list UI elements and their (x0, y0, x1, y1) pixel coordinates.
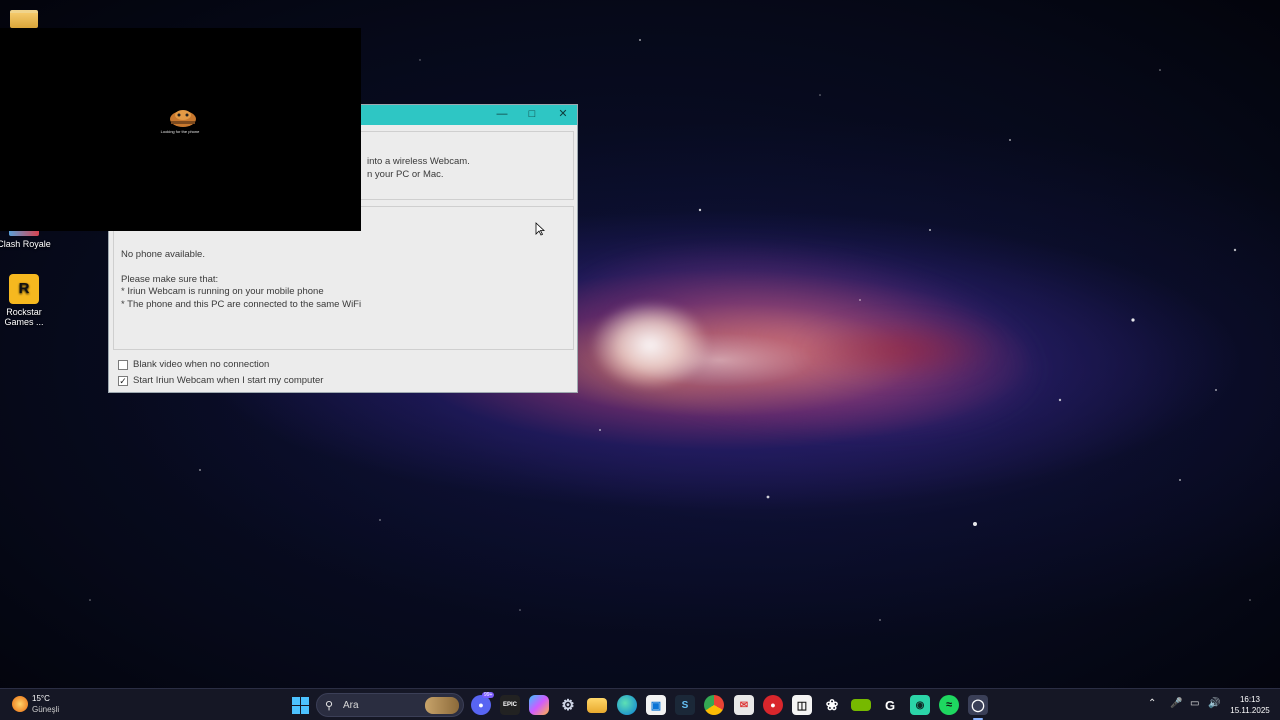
taskbar: 15°C Güneşli ⚲ Ara ● 99+ EPIC ⚙ ▣ S ✉ ● … (0, 688, 1280, 720)
settings-icon[interactable]: ⚙ (558, 695, 578, 715)
chatgpt-icon[interactable]: ❀ (822, 695, 842, 715)
start-with-computer-checkbox[interactable]: ✓ (118, 375, 128, 386)
blank-video-option[interactable]: Blank video when no connection (118, 359, 269, 370)
clock-time: 16:13 (1239, 695, 1261, 704)
intro-line-1: into a wireless Webcam. (367, 156, 470, 167)
spotify-icon[interactable]: ≈ (939, 695, 959, 715)
store-icon[interactable]: ▣ (646, 695, 666, 715)
clock-date: 15.11.2025 (1230, 706, 1270, 715)
no-phone-text: No phone available. (121, 249, 205, 260)
g-hub-icon[interactable]: G (880, 695, 900, 715)
weather-condition: Güneşli (32, 705, 60, 714)
mail-icon[interactable]: ✉ (734, 695, 754, 715)
taskbar-search-box[interactable]: ⚲ Ara (316, 693, 464, 717)
start-with-computer-option[interactable]: ✓ Start Iriun Webcam when I start my com… (118, 375, 323, 386)
edge-icon[interactable] (617, 695, 637, 715)
epic-games-icon[interactable]: EPIC (500, 695, 520, 715)
preview-status-text: Looking for the phone (160, 129, 200, 134)
antivirus-icon[interactable]: ● (763, 695, 783, 715)
gamepad-icon[interactable]: ◉ (910, 695, 930, 715)
windows-start-icon[interactable] (290, 695, 310, 715)
rockstar-icon: R (9, 274, 39, 304)
desktop-icon-rockstar[interactable]: R Rockstar Games ... (0, 274, 54, 327)
copilot-icon[interactable] (529, 695, 549, 715)
blank-video-checkbox[interactable] (118, 359, 128, 370)
clock[interactable]: 16:13 15.11.2025 (1228, 694, 1272, 716)
steam-icon[interactable]: S (675, 695, 695, 715)
search-icon: ⚲ (325, 700, 334, 712)
chrome-icon[interactable] (704, 695, 724, 715)
make-sure-text: Please make sure that: (121, 273, 219, 285)
bullet-running: * Iriun Webcam is running on your mobile… (121, 286, 324, 297)
chevron-up-icon[interactable]: ⌃ (1148, 698, 1156, 709)
chat-badge: 99+ (482, 692, 495, 698)
search-highlight-image (425, 697, 459, 714)
capcut-icon[interactable]: ◫ (792, 695, 812, 715)
chat-icon[interactable]: ● (471, 695, 491, 715)
iriun-webcam-icon[interactable]: ◯ (968, 695, 988, 715)
minimize-button[interactable]: — (487, 105, 517, 125)
file-explorer-icon[interactable] (587, 698, 607, 713)
search-placeholder: Ara (343, 700, 359, 711)
iriun-mascot-icon (170, 110, 196, 127)
desktop-icon-label: Clash Royale (0, 239, 51, 249)
sun-icon (12, 696, 28, 712)
galaxy-core (590, 300, 710, 390)
folder-desktop-icon[interactable] (10, 10, 38, 28)
weather-temperature: 15°C (32, 694, 50, 703)
intro-line-2: n your PC or Mac. (367, 168, 444, 180)
nvidia-icon[interactable] (851, 699, 871, 711)
blank-video-label: Blank video when no connection (133, 359, 270, 370)
volume-icon[interactable]: 🔊 (1208, 698, 1220, 709)
display-icon[interactable]: ▭ (1190, 698, 1199, 709)
maximize-button[interactable]: □ (517, 105, 547, 125)
mouse-cursor-icon (535, 222, 545, 236)
webcam-preview-window: Looking for the phone (0, 28, 361, 231)
galaxy-dust-lane (800, 320, 1000, 380)
microphone-icon[interactable]: 🎤 (1170, 698, 1182, 709)
close-button[interactable]: ✕ (548, 105, 578, 125)
bullet-wifi: * The phone and this PC are connected to… (121, 298, 362, 310)
start-with-computer-label: Start Iriun Webcam when I start my compu… (133, 375, 324, 386)
desktop-icon-label: Rockstar Games ... (4, 307, 44, 327)
